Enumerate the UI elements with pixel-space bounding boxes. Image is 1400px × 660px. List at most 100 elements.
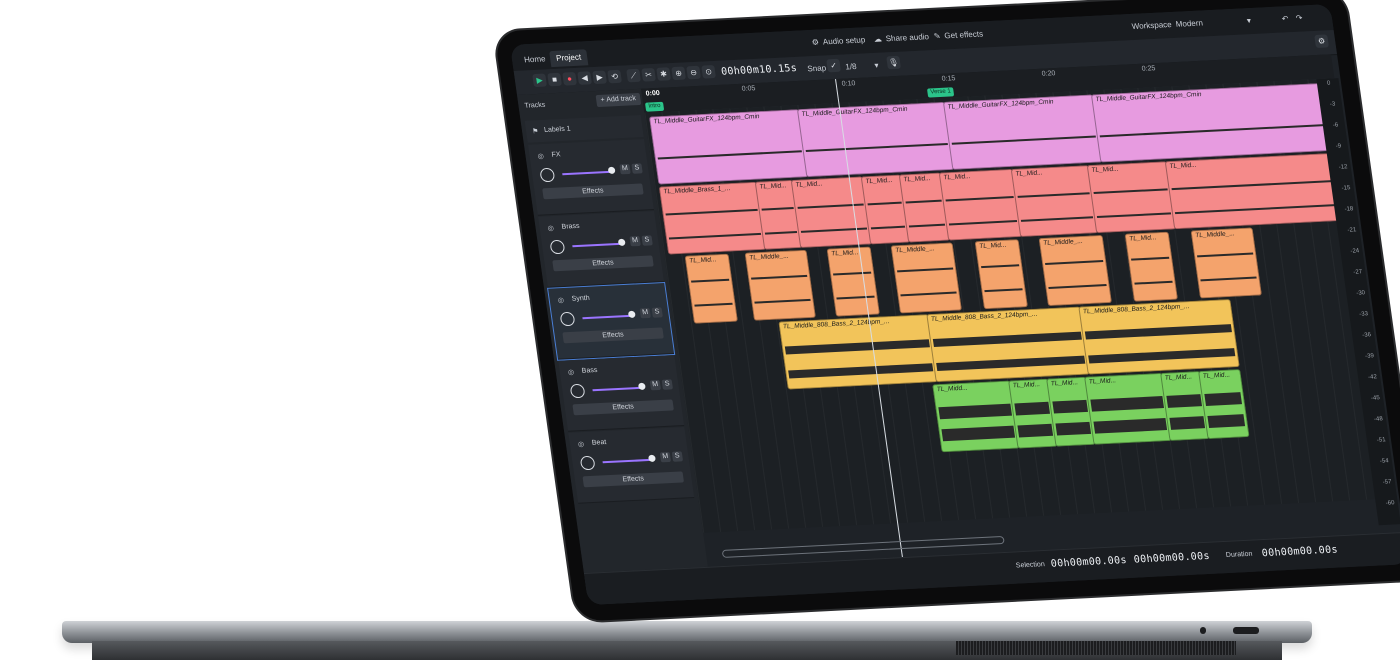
clip[interactable]: TL_Middle_GuitarFX_124bpm_Cmin (796, 101, 955, 178)
volume-slider-thumb[interactable] (627, 310, 636, 318)
clip[interactable]: TL_Mid... (790, 176, 873, 248)
undo-button[interactable]: ↶ (1281, 14, 1289, 23)
volume-slider[interactable] (602, 458, 653, 464)
clip[interactable]: TL_Middle_Brass_1_... (658, 181, 767, 255)
waveform (1093, 418, 1168, 434)
clip[interactable]: TL_Mid... (826, 246, 881, 317)
pan-knob[interactable] (549, 239, 566, 255)
settings-button[interactable]: ⚙ (1314, 34, 1330, 48)
flag-icon: ⚑ (531, 128, 540, 136)
track-header-synth[interactable]: ◎ Synth M S Effects (547, 281, 676, 361)
pan-knob[interactable] (559, 311, 576, 327)
clip[interactable]: TL_Middle_... (744, 249, 817, 321)
mute-button[interactable]: M (629, 235, 641, 247)
workspace-select[interactable]: Modern ▾ (1175, 16, 1251, 29)
effects-button[interactable]: Effects (562, 327, 664, 344)
solo-button[interactable]: S (631, 163, 643, 174)
solo-button[interactable]: S (661, 379, 673, 390)
clip[interactable]: TL_Middle_808_Bass_2_124bpm_... (1078, 299, 1240, 375)
ruler-tick: 0:20 (1041, 70, 1056, 78)
skip-forward-button[interactable]: ▶ (592, 70, 608, 85)
waveform (657, 150, 802, 160)
mute-button[interactable]: M (659, 451, 672, 463)
effects-button[interactable]: Effects (582, 471, 685, 488)
clip[interactable]: TL_Middle_GuitarFX_124bpm_Cmin (1090, 82, 1341, 163)
record-button[interactable]: ● (562, 71, 578, 86)
zoom-fit-button[interactable]: ⊙ (701, 65, 717, 79)
volume-slider[interactable] (562, 170, 613, 176)
play-button[interactable]: ▶ (532, 73, 548, 88)
track-lanes[interactable]: TL_Middle_GuitarFX_124bpm_Cmin TL_Middle… (644, 78, 1394, 533)
volume-slider[interactable] (572, 242, 623, 248)
snap-select[interactable]: 1/8 ▾ (845, 61, 879, 72)
mute-button[interactable]: M (649, 379, 661, 391)
clip[interactable]: TL_Mid... (938, 168, 1023, 241)
clip[interactable]: TL_Mid... (1010, 165, 1099, 237)
solo-button[interactable]: S (651, 307, 663, 318)
split-tool-button[interactable]: ✂ (641, 68, 657, 82)
track-header-beat[interactable]: ◎ Beat M S Effects (568, 427, 695, 504)
selection-end[interactable]: 00h00m00.00s (1133, 551, 1210, 566)
solo-button[interactable]: S (641, 235, 653, 246)
selection-start[interactable]: 00h00m00.00s (1050, 555, 1127, 570)
mute-button[interactable]: M (639, 307, 651, 319)
clip[interactable]: TL_Middle_GuitarFX_124bpm_Cmin (942, 94, 1103, 170)
clip[interactable]: TL_Middle_... (890, 242, 963, 314)
effects-button[interactable]: Effects (552, 255, 654, 272)
pan-knob[interactable] (569, 383, 586, 399)
clip[interactable]: TL_Mid... (1164, 152, 1351, 230)
clip[interactable]: TL_Middle_... (1190, 227, 1263, 299)
add-track-button[interactable]: + Add track (595, 92, 642, 108)
get-effects-button[interactable]: ✎ Get effects (933, 29, 984, 40)
volume-slider-thumb[interactable] (617, 238, 626, 246)
volume-slider-thumb[interactable] (637, 382, 646, 390)
meter-label: 0 (1326, 80, 1331, 87)
tab-project[interactable]: Project (549, 49, 589, 68)
clip[interactable]: TL_Middle_... (1038, 234, 1113, 307)
solo-button[interactable]: S (671, 451, 684, 462)
current-timecode[interactable]: 00h00m10.15s (720, 63, 797, 78)
effects-button[interactable]: Effects (542, 183, 644, 200)
loop-button[interactable]: ⟲ (607, 69, 623, 84)
clip[interactable]: TL_Middle_GuitarFX_124bpm_Cmin (648, 109, 809, 185)
clip[interactable]: TL_Mid... (684, 253, 739, 324)
envelope-tool-button[interactable]: ⟋ (626, 68, 642, 83)
clip[interactable]: TL_Mid... (1086, 161, 1177, 234)
stop-icon: ■ (551, 74, 558, 85)
clip[interactable]: TL_Mid... (1084, 372, 1172, 445)
clip[interactable]: TL_Middle_808_Bass_2_124bpm_... (778, 314, 938, 390)
skip-back-button[interactable]: ◀ (577, 71, 593, 85)
pan-knob[interactable] (579, 455, 596, 471)
clip[interactable]: TL_Middle_808_Bass_2_124bpm_... (926, 306, 1090, 383)
share-audio-button[interactable]: ☁ Share audio (873, 32, 929, 44)
record-icon: ● (566, 74, 573, 84)
zoom-in-button[interactable]: ⊕ (671, 66, 687, 81)
clip[interactable]: TL_Mid... (1198, 369, 1250, 440)
zoom-out-button[interactable]: ⊖ (686, 65, 702, 80)
track-header-brass[interactable]: ◎ Brass M S Effects (538, 211, 665, 288)
audio-setup-button[interactable]: ⚙ Audio setup (811, 35, 866, 47)
mic-button[interactable]: 🎙 (886, 55, 902, 70)
labels-track[interactable]: ⚑ Labels 1 (524, 115, 644, 143)
pan-knob[interactable] (539, 167, 556, 183)
clip[interactable]: TL_Mid... (974, 239, 1029, 310)
track-header-fx[interactable]: ◎ FX M S Effects (528, 139, 654, 216)
track-header-bass[interactable]: ◎ Bass M S Effects (558, 355, 685, 432)
mute-button[interactable]: M (619, 163, 631, 175)
marker-intro[interactable]: Intro (644, 101, 665, 112)
marker-verse-1[interactable]: Verse 1 (926, 87, 955, 98)
clip[interactable]: TL_Mid... (1124, 231, 1179, 302)
volume-slider[interactable] (582, 314, 633, 320)
clip[interactable]: TL_Midd... (932, 380, 1020, 453)
waveform (867, 201, 902, 206)
snap-toggle[interactable]: ✓ (826, 58, 842, 73)
tab-home[interactable]: Home (517, 51, 553, 69)
multi-tool-button[interactable]: ✱ (656, 67, 672, 81)
volume-slider-thumb[interactable] (647, 454, 656, 462)
redo-button[interactable]: ↷ (1295, 13, 1303, 22)
volume-slider[interactable] (592, 386, 643, 392)
effects-button[interactable]: Effects (572, 399, 674, 416)
volume-slider-thumb[interactable] (607, 166, 616, 174)
stop-button[interactable]: ■ (547, 72, 563, 87)
duration-value[interactable]: 00h00m00.00s (1261, 544, 1338, 559)
